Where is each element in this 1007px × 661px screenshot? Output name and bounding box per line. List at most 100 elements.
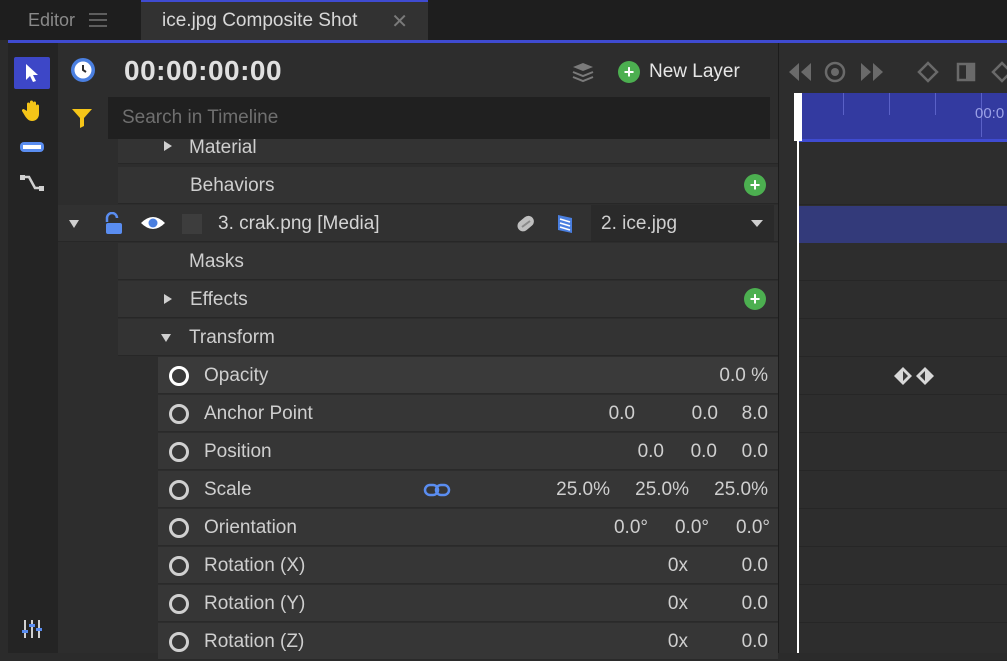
- property-value-y[interactable]: 25.0%: [635, 479, 689, 501]
- property-value-x[interactable]: 0.0: [609, 403, 635, 425]
- track-row[interactable]: [799, 509, 1007, 547]
- mixer-tool-button[interactable]: [14, 613, 50, 645]
- ruler-tick: [935, 93, 936, 115]
- timecode-display[interactable]: 00:00:00:00: [124, 55, 282, 87]
- diamond-keyframe-icon[interactable]: [917, 61, 939, 83]
- parent-layer-value: 2. ice.jpg: [601, 213, 678, 234]
- tree-item-transform[interactable]: Transform: [118, 319, 778, 356]
- property-value-z[interactable]: 25.0%: [714, 479, 768, 501]
- keyframe-toggle-icon[interactable]: [823, 60, 847, 84]
- hand-tool-button[interactable]: [14, 95, 50, 127]
- playhead-line[interactable]: [797, 141, 799, 653]
- property-value-z[interactable]: 8.0: [742, 403, 768, 425]
- add-effect-icon[interactable]: +: [744, 288, 766, 310]
- add-behavior-icon[interactable]: +: [744, 174, 766, 196]
- ruler-tick: [843, 93, 844, 115]
- playhead-handle[interactable]: [794, 93, 802, 141]
- property-value-turns[interactable]: 0x: [668, 631, 688, 653]
- property-row-rotation-y[interactable]: Rotation (Y) 0x 0.0: [158, 585, 778, 622]
- tree-item-masks[interactable]: Masks: [118, 243, 778, 280]
- property-value-degrees[interactable]: 0.0: [742, 631, 768, 653]
- tab-composite-shot[interactable]: ice.jpg Composite Shot ✕: [141, 0, 428, 40]
- filter-icon[interactable]: [70, 107, 94, 129]
- layer-row[interactable]: 3. crak.png [Media] 2. ice.jpg: [58, 205, 778, 242]
- layer-name[interactable]: 3. crak.png [Media]: [218, 213, 380, 235]
- property-value-y[interactable]: 0.0: [692, 403, 718, 425]
- collapse-arrow-icon[interactable]: [69, 220, 79, 228]
- tree-item-behaviors[interactable]: Behaviors +: [118, 167, 778, 204]
- keyframe-toggle-icon[interactable]: [169, 404, 189, 424]
- mixer-icon: [22, 620, 42, 638]
- lock-icon[interactable]: [102, 212, 124, 236]
- tree-item-effects[interactable]: Effects +: [118, 281, 778, 318]
- property-row-anchor-point[interactable]: Anchor Point 0.0 0.0 8.0: [158, 395, 778, 432]
- track-row[interactable]: [799, 319, 1007, 357]
- expand-arrow-icon[interactable]: [164, 141, 172, 151]
- property-value-x[interactable]: 0.0°: [614, 517, 648, 539]
- track-row[interactable]: [799, 243, 1007, 281]
- expand-arrow-icon[interactable]: [164, 294, 172, 304]
- property-value-z[interactable]: 0.0°: [736, 517, 770, 539]
- track-row[interactable]: [799, 547, 1007, 585]
- color-swatch[interactable]: [182, 214, 202, 234]
- property-value-turns[interactable]: 0x: [668, 555, 688, 577]
- property-row-position[interactable]: Position 0.0 0.0 0.0: [158, 433, 778, 470]
- blend-icon[interactable]: [554, 212, 576, 236]
- keyframe-toggle-icon[interactable]: [169, 518, 189, 538]
- property-value-x[interactable]: 25.0%: [556, 479, 610, 501]
- property-value-y[interactable]: 0.0: [691, 441, 717, 463]
- time-ruler[interactable]: 00:0: [799, 93, 1007, 141]
- property-row-rotation-x[interactable]: Rotation (X) 0x 0.0: [158, 547, 778, 584]
- property-row-orientation[interactable]: Orientation 0.0° 0.0° 0.0°: [158, 509, 778, 546]
- track-row[interactable]: [799, 395, 1007, 433]
- track-row[interactable]: [799, 623, 1007, 661]
- keyframe-toggle-icon[interactable]: [169, 480, 189, 500]
- marker-icon[interactable]: [955, 61, 977, 83]
- tab-editor[interactable]: Editor: [0, 0, 140, 40]
- keyframe-toggle-icon[interactable]: [169, 366, 189, 386]
- razor-tool-button[interactable]: [14, 131, 50, 163]
- layer-track-bar[interactable]: [799, 206, 1007, 243]
- tab-editor-label: Editor: [28, 9, 76, 30]
- link-icon[interactable]: [513, 212, 539, 236]
- property-value-degrees[interactable]: 0.0: [742, 593, 768, 615]
- property-row-opacity[interactable]: Opacity 0.0 %: [158, 357, 778, 394]
- track-row[interactable]: [799, 471, 1007, 509]
- track-row[interactable]: [799, 281, 1007, 319]
- track-row[interactable]: [799, 167, 1007, 205]
- stack-icon[interactable]: [570, 61, 596, 85]
- property-row-scale[interactable]: Scale 25.0% 25.0% 25.0%: [158, 471, 778, 508]
- link-icon[interactable]: [423, 483, 451, 497]
- property-label: Position: [204, 441, 272, 462]
- panel-header: 00:00:00:00 + New Layer: [58, 51, 778, 95]
- track-row[interactable]: [799, 585, 1007, 623]
- diamond-keyframe-icon[interactable]: [991, 61, 1007, 83]
- property-value[interactable]: 0.0 %: [719, 365, 768, 387]
- close-tab-icon[interactable]: ✕: [391, 9, 408, 34]
- prev-keyframe-icon[interactable]: [787, 59, 813, 85]
- parent-layer-select[interactable]: 2. ice.jpg: [591, 205, 774, 241]
- property-value-turns[interactable]: 0x: [668, 593, 688, 615]
- next-keyframe-icon[interactable]: [859, 59, 885, 85]
- property-row-rotation-z[interactable]: Rotation (Z) 0x 0.0: [158, 623, 778, 660]
- property-value-degrees[interactable]: 0.0: [742, 555, 768, 577]
- track-row[interactable]: [799, 433, 1007, 471]
- keyframe-diamond-icon[interactable]: [893, 366, 913, 386]
- property-value-x[interactable]: 0.0: [638, 441, 664, 463]
- search-input[interactable]: [108, 97, 770, 139]
- keyframe-toggle-icon[interactable]: [169, 594, 189, 614]
- keyframe-toggle-icon[interactable]: [169, 632, 189, 652]
- property-value-y[interactable]: 0.0°: [675, 517, 709, 539]
- clock-icon[interactable]: [70, 57, 96, 83]
- tree-item-material[interactable]: Material: [118, 139, 778, 164]
- select-tool-button[interactable]: [14, 57, 50, 89]
- property-value-z[interactable]: 0.0: [742, 441, 768, 463]
- keyframe-toggle-icon[interactable]: [169, 556, 189, 576]
- curve-tool-button[interactable]: [14, 167, 50, 199]
- collapse-arrow-icon[interactable]: [161, 334, 171, 342]
- eye-icon[interactable]: [140, 214, 166, 232]
- hamburger-menu-icon[interactable]: [89, 13, 108, 27]
- keyframe-diamond-icon[interactable]: [915, 366, 935, 386]
- new-layer-button[interactable]: + New Layer: [618, 57, 740, 87]
- keyframe-toggle-icon[interactable]: [169, 442, 189, 462]
